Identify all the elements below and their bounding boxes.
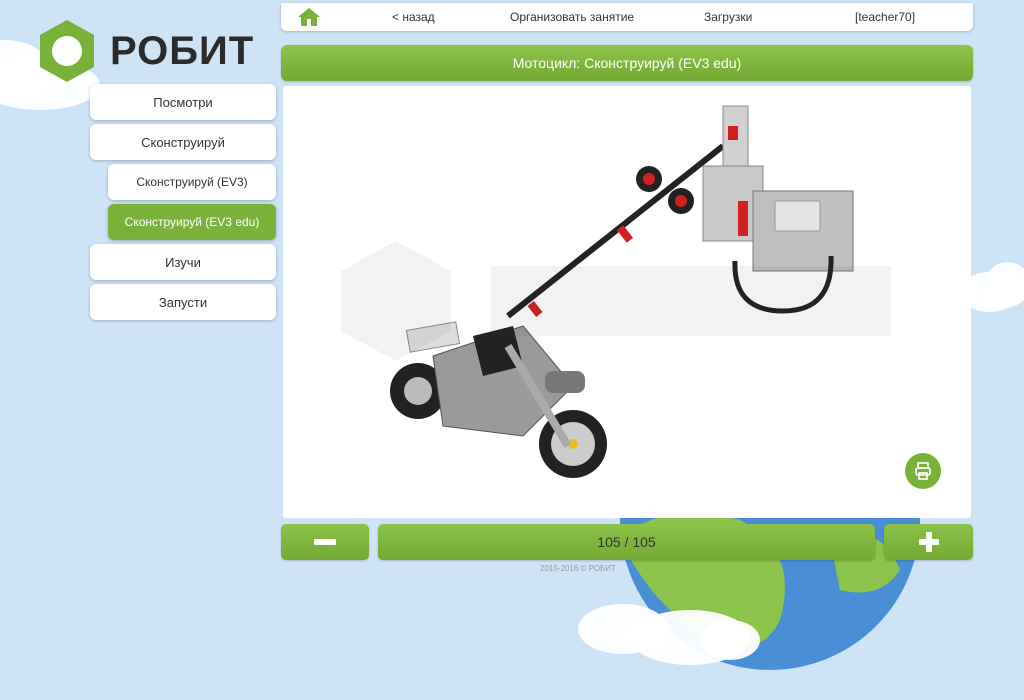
home-button[interactable] [281,7,337,27]
plus-icon [918,532,939,552]
minus-icon [314,539,336,545]
home-icon [298,8,320,26]
print-icon [915,462,931,480]
logo[interactable]: РОБИТ [34,18,254,84]
downloads-link[interactable]: Загрузки [704,10,752,24]
next-step-button[interactable] [884,524,973,560]
sidebar-item-run[interactable]: Запусти [90,284,276,320]
logo-text: РОБИТ [110,28,255,73]
sidebar-item-view[interactable]: Посмотри [90,84,276,120]
watermark-logo [341,241,891,361]
footer: 2015-2016 © РОБИТ [540,564,616,573]
user-link[interactable]: [teacher70] [855,10,915,24]
back-link[interactable]: < назад [392,10,435,24]
model-viewer [283,86,971,518]
step-counter: 105 / 105 [378,524,875,560]
print-button[interactable] [905,453,941,489]
prev-step-button[interactable] [281,524,369,560]
sidebar: Посмотри Сконструируй Сконструируй (EV3)… [90,84,276,324]
sidebar-item-learn[interactable]: Изучи [90,244,276,280]
step-counter-text: 105 / 105 [597,534,656,550]
sidebar-item-build-ev3[interactable]: Сконструируй (EV3) [108,164,276,200]
logo-icon [40,20,94,82]
sidebar-item-build-ev3-edu[interactable]: Сконструируй (EV3 edu) [108,204,276,240]
sidebar-item-build[interactable]: Сконструируй [90,124,276,160]
top-nav: < назад Организовать занятие Загрузки [t… [281,3,973,31]
page-title: Мотоцикл: Сконструируй (EV3 edu) [281,45,973,81]
organize-lesson-link[interactable]: Организовать занятие [510,10,634,24]
